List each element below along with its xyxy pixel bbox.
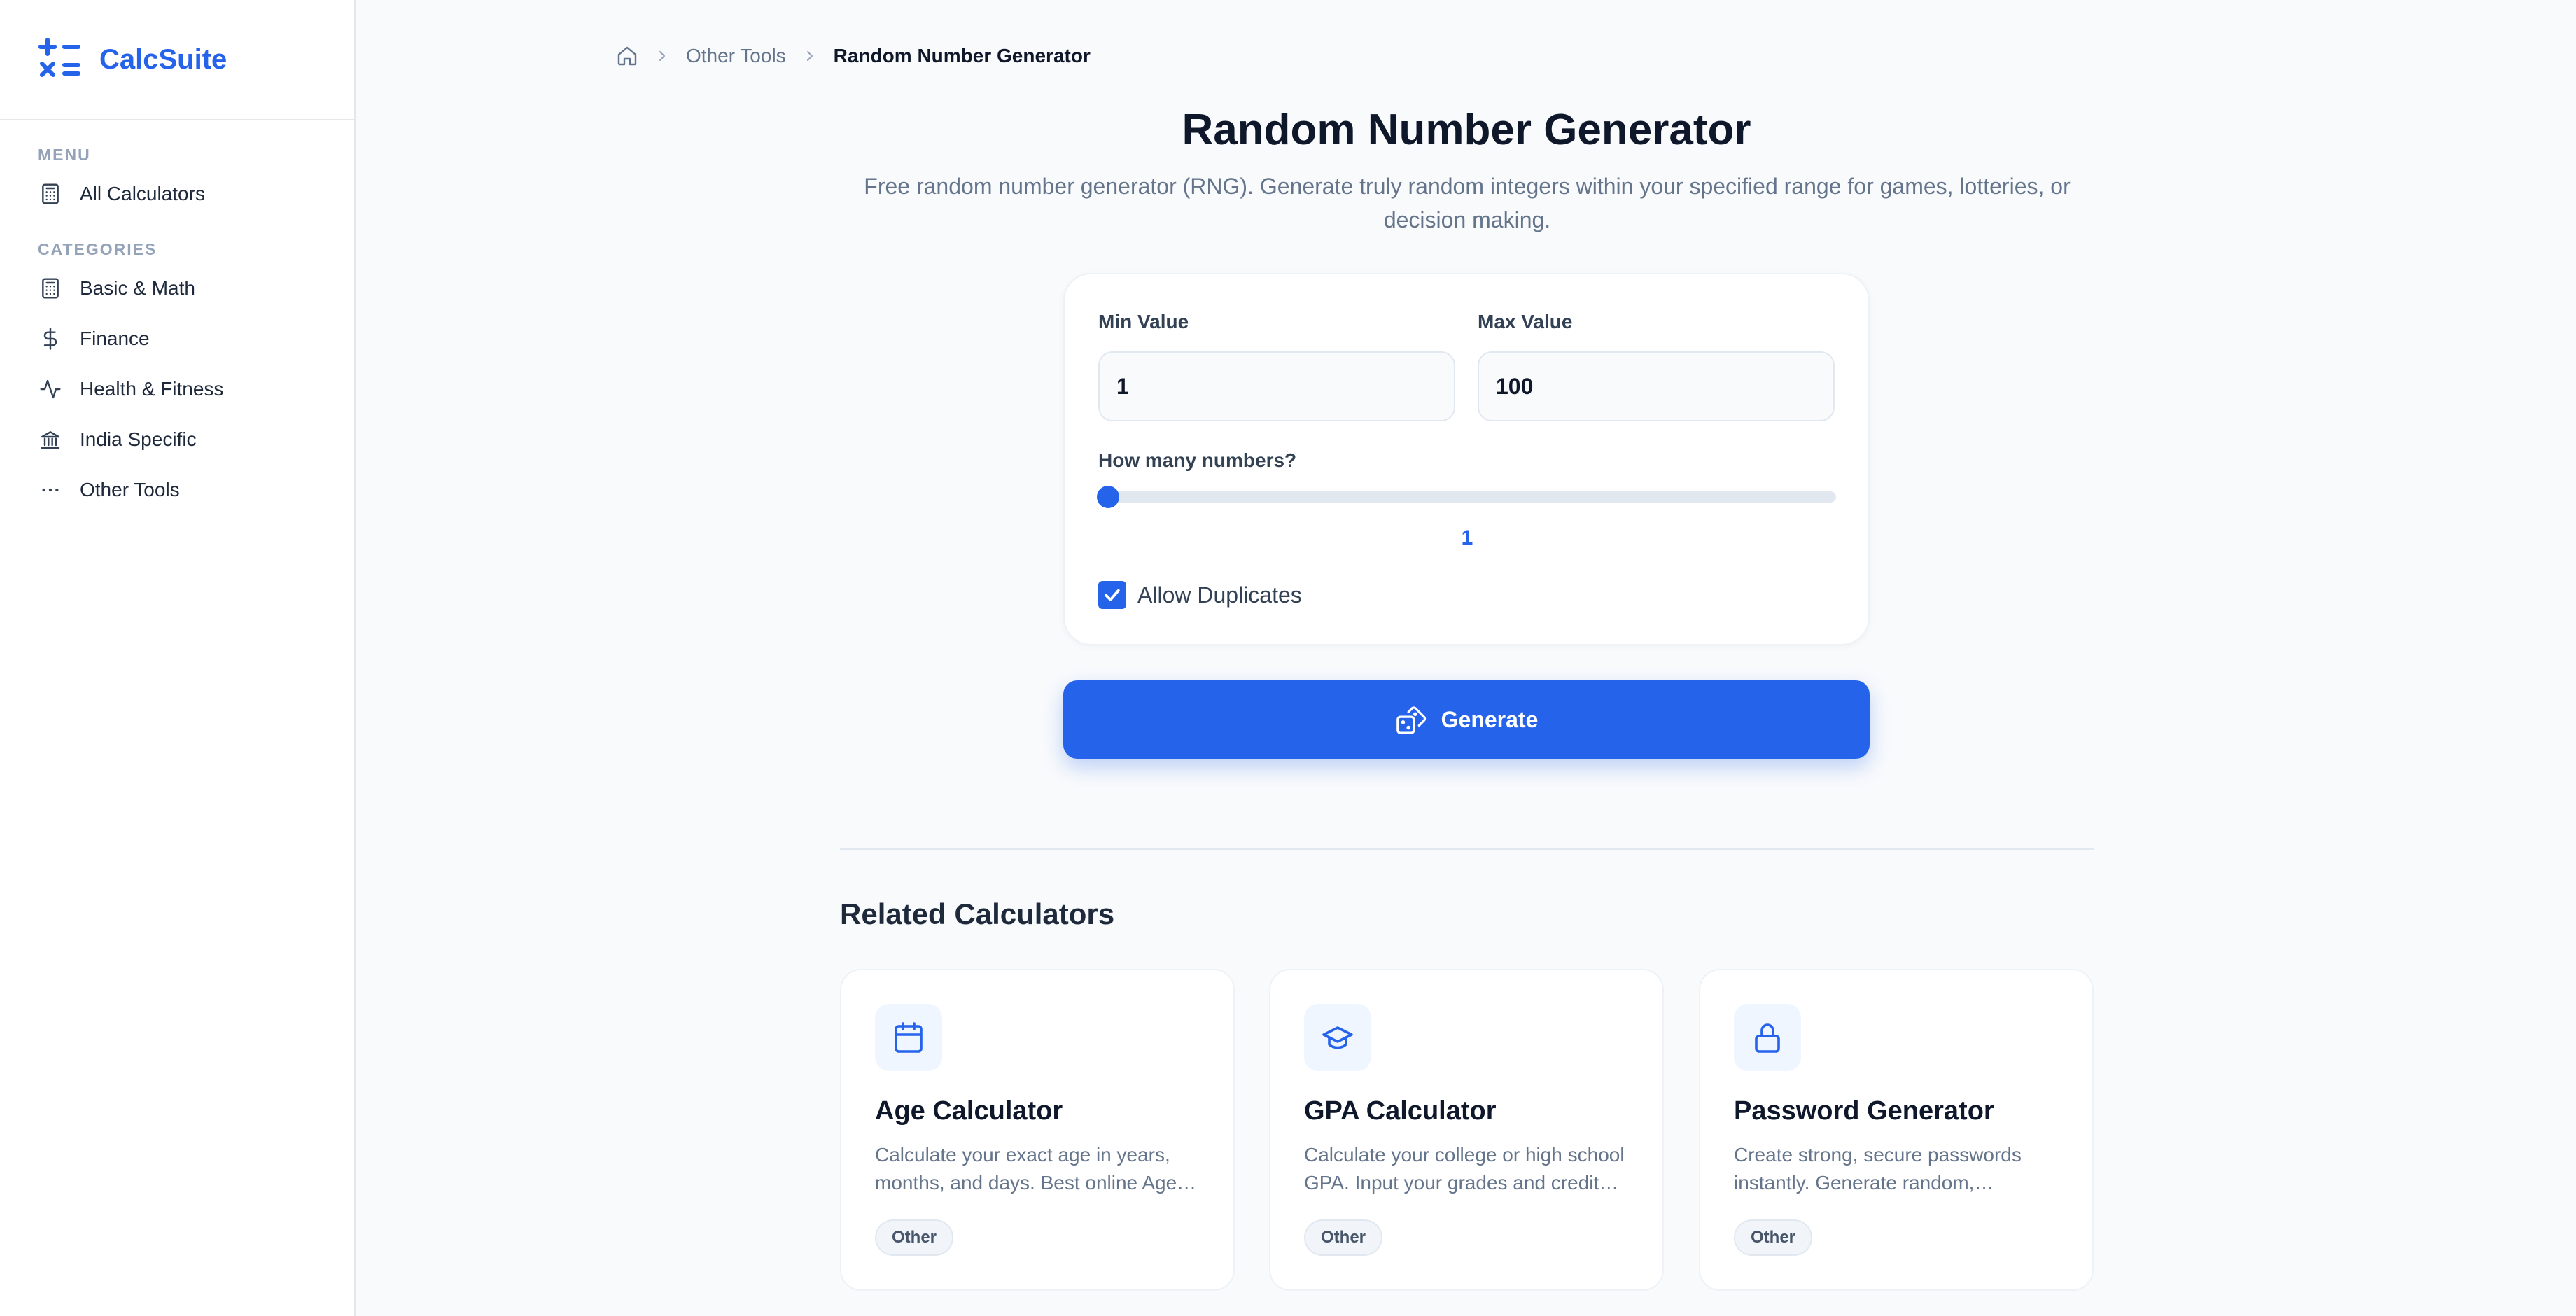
breadcrumb-link-other-tools[interactable]: Other Tools bbox=[686, 45, 786, 67]
count-slider-track[interactable] bbox=[1098, 491, 1836, 503]
related-card-title: Password Generator bbox=[1734, 1096, 1994, 1126]
breadcrumb-current: Random Number Generator bbox=[833, 45, 1091, 66]
generate-button[interactable]: Generate bbox=[1063, 680, 1870, 759]
activity-icon bbox=[38, 377, 63, 402]
min-value-label: Min Value bbox=[1098, 311, 1189, 332]
sidebar-item-other-tools[interactable]: Other Tools bbox=[0, 465, 354, 515]
generate-button-label: Generate bbox=[1441, 706, 1539, 732]
categories-section-label: CATEGORIES bbox=[38, 240, 158, 258]
related-card-gpa-calculator[interactable]: GPA Calculator Calculate your college or… bbox=[1269, 969, 1664, 1291]
section-divider bbox=[840, 848, 2094, 850]
sidebar-item-health-fitness[interactable]: Health & Fitness bbox=[0, 364, 354, 414]
category-badge: Other bbox=[875, 1219, 954, 1256]
more-horizontal-icon bbox=[38, 477, 63, 503]
related-card-age-calculator[interactable]: Age Calculator Calculate your exact age … bbox=[840, 969, 1235, 1291]
page-title: Random Number Generator bbox=[1182, 106, 1751, 154]
main-content: Other Tools Random Number Generator Rand… bbox=[357, 0, 2576, 1316]
menu-section-label: MENU bbox=[38, 146, 91, 164]
related-card-description: Create strong, secure passwords instantl… bbox=[1734, 1144, 2022, 1194]
category-badge: Other bbox=[1734, 1219, 1813, 1256]
related-calculators-title: Related Calculators bbox=[840, 897, 1115, 930]
breadcrumb: Other Tools Random Number Generator bbox=[616, 42, 1091, 70]
sidebar-item-label: India Specific bbox=[80, 428, 197, 450]
calculator-icon bbox=[38, 276, 63, 301]
max-value-label: Max Value bbox=[1478, 311, 1573, 332]
bank-icon bbox=[38, 427, 63, 452]
related-card-password-generator[interactable]: Password Generator Create strong, secure… bbox=[1699, 969, 2094, 1291]
count-label: How many numbers? bbox=[1098, 449, 1297, 471]
category-badge: Other bbox=[1304, 1219, 1383, 1256]
calcsuite-logo-icon bbox=[38, 36, 83, 84]
lock-icon bbox=[1734, 1004, 1801, 1071]
related-card-title: Age Calculator bbox=[875, 1096, 1063, 1126]
dollar-icon bbox=[38, 326, 63, 351]
related-card-title: GPA Calculator bbox=[1304, 1096, 1497, 1126]
checkmark-icon bbox=[1102, 584, 1123, 606]
related-card-description: Calculate your college or high school GP… bbox=[1304, 1144, 1625, 1194]
chevron-right-icon bbox=[802, 48, 818, 64]
allow-duplicates-checkbox[interactable] bbox=[1098, 581, 1126, 609]
sidebar-item-label: All Calculators bbox=[80, 183, 205, 204]
sidebar-item-all-calculators[interactable]: All Calculators bbox=[0, 169, 354, 219]
dice-icon bbox=[1395, 704, 1441, 736]
brand-name: CalcSuite bbox=[99, 43, 227, 75]
sidebar-item-label: Basic & Math bbox=[80, 277, 195, 299]
sidebar-item-basic-math[interactable]: Basic & Math bbox=[0, 263, 354, 314]
home-icon[interactable] bbox=[616, 45, 638, 67]
page-description: Free random number generator (RNG). Gene… bbox=[864, 174, 2071, 232]
sidebar-item-label: Other Tools bbox=[80, 479, 180, 500]
chevron-right-icon bbox=[654, 48, 671, 64]
count-slider-thumb[interactable] bbox=[1097, 486, 1119, 508]
sidebar-item-finance[interactable]: Finance bbox=[0, 314, 354, 364]
sidebar-item-label: Health & Fitness bbox=[80, 378, 224, 400]
calendar-icon bbox=[875, 1004, 942, 1071]
related-card-description: Calculate your exact age in years, month… bbox=[875, 1144, 1197, 1194]
min-value-input[interactable] bbox=[1098, 351, 1455, 421]
count-slider-value: 1 bbox=[1461, 526, 1474, 550]
generator-form-card: Min Value Max Value How many numbers? 1 … bbox=[1063, 273, 1870, 645]
sidebar-item-label: Finance bbox=[80, 328, 150, 349]
brand[interactable]: CalcSuite bbox=[0, 0, 354, 120]
sidebar-item-india-specific[interactable]: India Specific bbox=[0, 414, 354, 465]
calculator-icon bbox=[38, 181, 63, 206]
allow-duplicates-label[interactable]: Allow Duplicates bbox=[1138, 581, 1302, 609]
max-value-input[interactable] bbox=[1478, 351, 1835, 421]
graduation-cap-icon bbox=[1304, 1004, 1371, 1071]
sidebar: CalcSuite MENU All Calculators CATEGORIE… bbox=[0, 0, 356, 1316]
